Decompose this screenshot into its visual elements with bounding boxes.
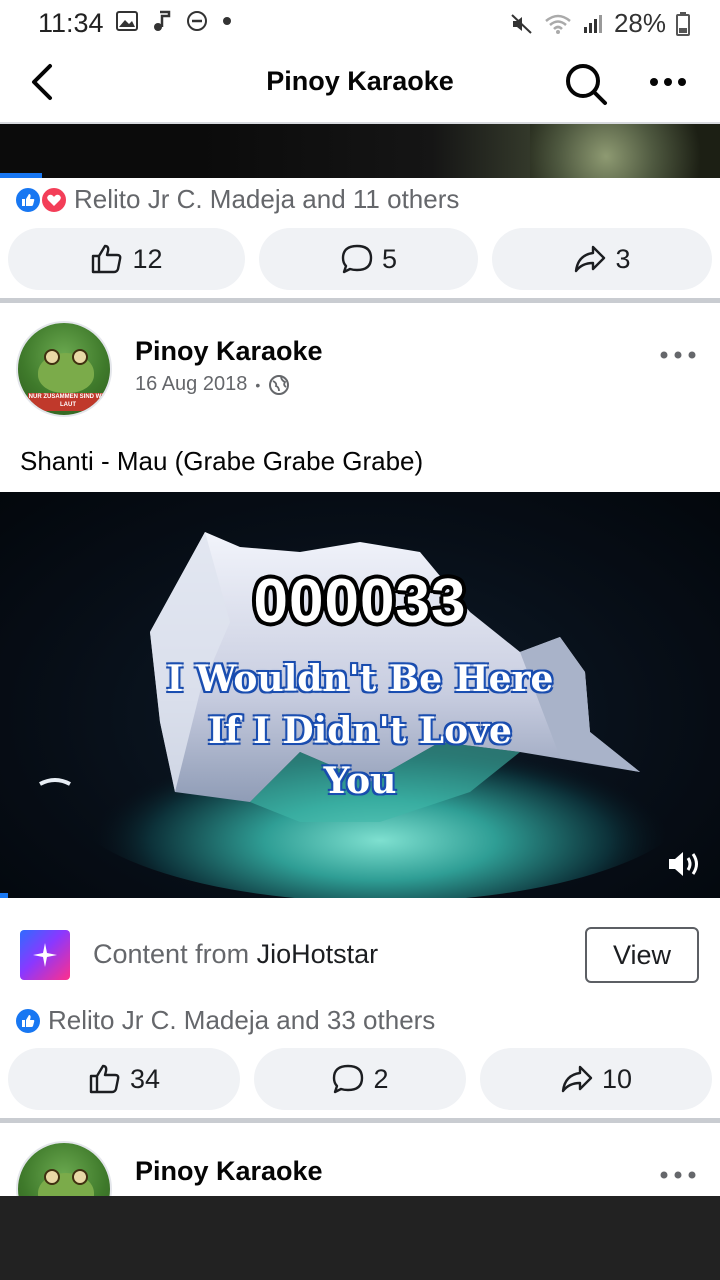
like-button[interactable]: 12 xyxy=(8,228,245,290)
signal-icon xyxy=(583,14,602,33)
post-author[interactable]: Pinoy Karaoke xyxy=(135,1156,323,1187)
globe-icon xyxy=(269,374,290,395)
search-icon[interactable] xyxy=(562,60,610,108)
image-icon xyxy=(116,11,138,31)
comment-button[interactable]: 5 xyxy=(259,228,478,290)
video-progress xyxy=(0,893,8,898)
previous-post-actions: 12 5 3 xyxy=(8,228,712,290)
battery-icon xyxy=(676,11,690,36)
like-count: 34 xyxy=(129,1063,161,1094)
post-more-options-icon[interactable] xyxy=(658,1165,698,1185)
like-reaction-icon xyxy=(14,1006,42,1035)
avatar[interactable]: NUR ZUSAMMEN SIND WIR LAUT xyxy=(16,321,112,417)
reactions-summary: Relito Jr C. Madeja and 11 others xyxy=(74,184,460,214)
post-author[interactable]: Pinoy Karaoke xyxy=(135,336,323,367)
like-icon xyxy=(89,1064,120,1094)
music-icon xyxy=(154,10,171,31)
comment-count: 2 xyxy=(373,1063,389,1094)
post-text: Shanti - Mau (Grabe Grabe Grabe) xyxy=(20,446,424,476)
previous-post-video[interactable] xyxy=(0,124,720,178)
like-button[interactable]: 34 xyxy=(8,1048,240,1110)
dot-icon xyxy=(223,17,231,25)
lyric-line-1: I Wouldn't Be Here xyxy=(166,658,554,700)
lyric-line-2: If I Didn't Love xyxy=(208,710,512,752)
share-icon xyxy=(575,245,606,273)
meta-separator: • xyxy=(255,376,261,393)
share-count: 10 xyxy=(601,1063,633,1094)
more-options-icon[interactable] xyxy=(646,60,690,104)
frog-eye-right xyxy=(72,1169,88,1185)
content-source-prefix: Content from xyxy=(93,939,250,969)
frog-eye-right xyxy=(72,349,88,365)
dnd-icon xyxy=(187,11,207,31)
post-video[interactable]: 000033 I Wouldn't Be Here If I Didn't Lo… xyxy=(0,492,720,898)
comment-icon xyxy=(341,244,373,274)
share-icon xyxy=(561,1065,593,1093)
share-count: 3 xyxy=(615,243,631,274)
like-reaction-icon xyxy=(14,185,42,214)
content-source-brand[interactable]: JioHotstar xyxy=(257,939,379,969)
avatar-banner: NUR ZUSAMMEN SIND WIR LAUT xyxy=(28,393,108,411)
comment-count: 5 xyxy=(381,243,398,274)
system-navigation-bar xyxy=(0,1196,720,1280)
content-source: Content from JioHotstar View xyxy=(20,927,700,986)
frog-eye-left xyxy=(44,349,60,365)
volume-icon[interactable] xyxy=(666,848,702,880)
status-icons-left xyxy=(116,10,232,32)
content-source-text: Content from JioHotstar xyxy=(93,939,378,970)
share-button[interactable]: 3 xyxy=(492,228,712,290)
post-reactions[interactable]: Relito Jr C. Madeja and 33 others xyxy=(14,1005,435,1036)
previous-post-reactions[interactable]: Relito Jr C. Madeja and 11 others xyxy=(14,184,459,215)
comment-icon xyxy=(333,1064,364,1094)
post-more-options-icon[interactable] xyxy=(658,345,698,365)
comment-button[interactable]: 2 xyxy=(254,1048,466,1110)
love-reaction-icon xyxy=(40,185,68,214)
video-frame-rock xyxy=(530,124,720,178)
frog-eye-left xyxy=(44,1169,60,1185)
like-icon xyxy=(92,244,122,274)
status-time: 11:34 xyxy=(38,8,104,38)
wifi-icon xyxy=(545,14,571,34)
like-count: 12 xyxy=(132,243,163,274)
page-title: Pinoy Karaoke xyxy=(266,66,454,96)
view-button[interactable]: View xyxy=(585,927,699,983)
post-divider xyxy=(0,1118,720,1123)
video-progress xyxy=(0,173,42,178)
share-button[interactable]: 10 xyxy=(480,1048,712,1110)
jiohotstar-logo-icon xyxy=(20,930,70,980)
post-meta: 16 Aug 2018 • xyxy=(135,373,290,396)
post-actions: 34 2 10 xyxy=(8,1048,712,1110)
status-bar: 11:34 28% xyxy=(0,0,720,46)
karaoke-counter: 000033 xyxy=(253,567,467,636)
post-date[interactable]: 16 Aug 2018 xyxy=(135,373,247,396)
app-bar: Pinoy Karaoke xyxy=(0,46,720,124)
battery-percent: 28% xyxy=(613,8,666,38)
reactions-summary: Relito Jr C. Madeja and 33 others xyxy=(48,1005,436,1035)
lyric-line-3: You xyxy=(323,760,397,802)
status-icons-right: 28% xyxy=(510,8,690,39)
mute-icon xyxy=(511,13,532,34)
post-divider xyxy=(0,298,720,303)
